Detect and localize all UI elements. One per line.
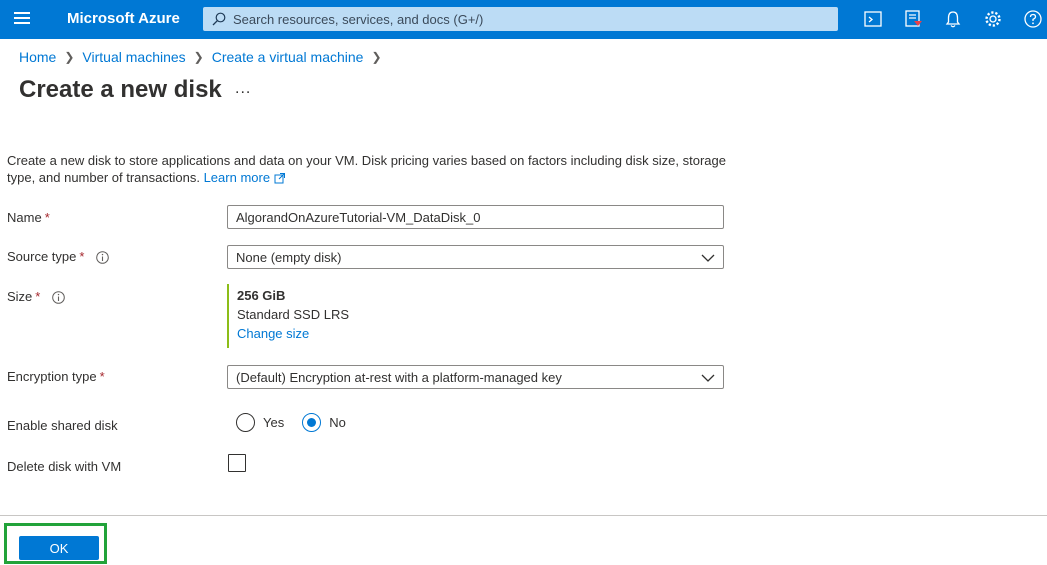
name-label-text: Name: [7, 210, 42, 225]
name-label: Name *: [7, 210, 50, 225]
more-options-button[interactable]: ...: [235, 80, 251, 98]
breadcrumb: Home ❯ Virtual machines ❯ Create a virtu…: [19, 49, 390, 65]
info-icon[interactable]: [96, 251, 109, 264]
chevron-right-icon: ❯: [193, 50, 204, 64]
page-title: Create a new disk: [19, 76, 222, 103]
top-bar: Microsoft Azure: [0, 0, 1047, 39]
size-label: Size *: [7, 289, 65, 304]
name-field[interactable]: [227, 205, 724, 229]
breadcrumb-home[interactable]: Home: [19, 49, 56, 65]
chevron-right-icon: ❯: [64, 50, 75, 64]
source-type-label-text: Source type: [7, 249, 77, 264]
shared-disk-yes-label[interactable]: Yes: [263, 415, 284, 430]
search-icon: [212, 12, 226, 26]
size-summary: 256 GiB Standard SSD LRS Change size: [227, 284, 527, 348]
change-size-link[interactable]: Change size: [237, 326, 527, 341]
required-mark: *: [44, 210, 50, 225]
page-description: Create a new disk to store applications …: [7, 152, 727, 186]
source-type-dropdown[interactable]: None (empty disk): [227, 245, 724, 269]
size-tier: Standard SSD LRS: [237, 307, 350, 322]
menu-icon[interactable]: [14, 12, 32, 28]
settings-icon[interactable]: [983, 9, 1003, 29]
required-mark: *: [79, 249, 85, 264]
footer-divider: [0, 515, 1047, 516]
help-icon[interactable]: [1023, 9, 1043, 29]
encryption-type-dropdown[interactable]: (Default) Encryption at-rest with a plat…: [227, 365, 724, 389]
notifications-icon[interactable]: [943, 9, 963, 29]
size-label-text: Size: [7, 289, 33, 304]
directory-filter-icon[interactable]: [903, 9, 923, 29]
size-value: 256 GiB: [237, 288, 286, 303]
search-input[interactable]: [233, 7, 833, 31]
shared-disk-yes-radio[interactable]: [236, 413, 255, 432]
shared-disk-label: Enable shared disk: [7, 418, 118, 433]
info-icon[interactable]: [52, 291, 65, 304]
required-mark: *: [99, 369, 105, 384]
chevron-down-icon: [701, 254, 715, 262]
external-link-icon: [274, 173, 285, 184]
encryption-type-label-text: Encryption type: [7, 369, 97, 384]
source-type-value: None (empty disk): [236, 250, 342, 265]
learn-more-label: Learn more: [203, 170, 271, 185]
ok-button[interactable]: OK: [19, 536, 99, 560]
brand-title[interactable]: Microsoft Azure: [67, 10, 180, 27]
description-text: Create a new disk to store applications …: [7, 153, 726, 185]
chevron-right-icon: ❯: [371, 50, 382, 64]
shared-disk-radio-group: Yes No: [236, 413, 364, 432]
required-mark: *: [35, 289, 41, 304]
global-search[interactable]: [203, 7, 838, 31]
shared-disk-no-radio[interactable]: [302, 413, 322, 432]
encryption-type-value: (Default) Encryption at-rest with a plat…: [236, 370, 562, 385]
breadcrumb-create-vm[interactable]: Create a virtual machine: [212, 49, 364, 65]
delete-with-vm-label: Delete disk with VM: [7, 459, 122, 474]
breadcrumb-virtual-machines[interactable]: Virtual machines: [82, 49, 185, 65]
chevron-down-icon: [701, 374, 715, 382]
shared-disk-no-label[interactable]: No: [329, 415, 346, 430]
encryption-type-label: Encryption type *: [7, 369, 105, 384]
source-type-label: Source type *: [7, 249, 109, 264]
learn-more-link[interactable]: Learn more: [204, 170, 285, 185]
cloud-shell-icon[interactable]: [863, 9, 883, 29]
delete-with-vm-checkbox[interactable]: [228, 454, 246, 472]
